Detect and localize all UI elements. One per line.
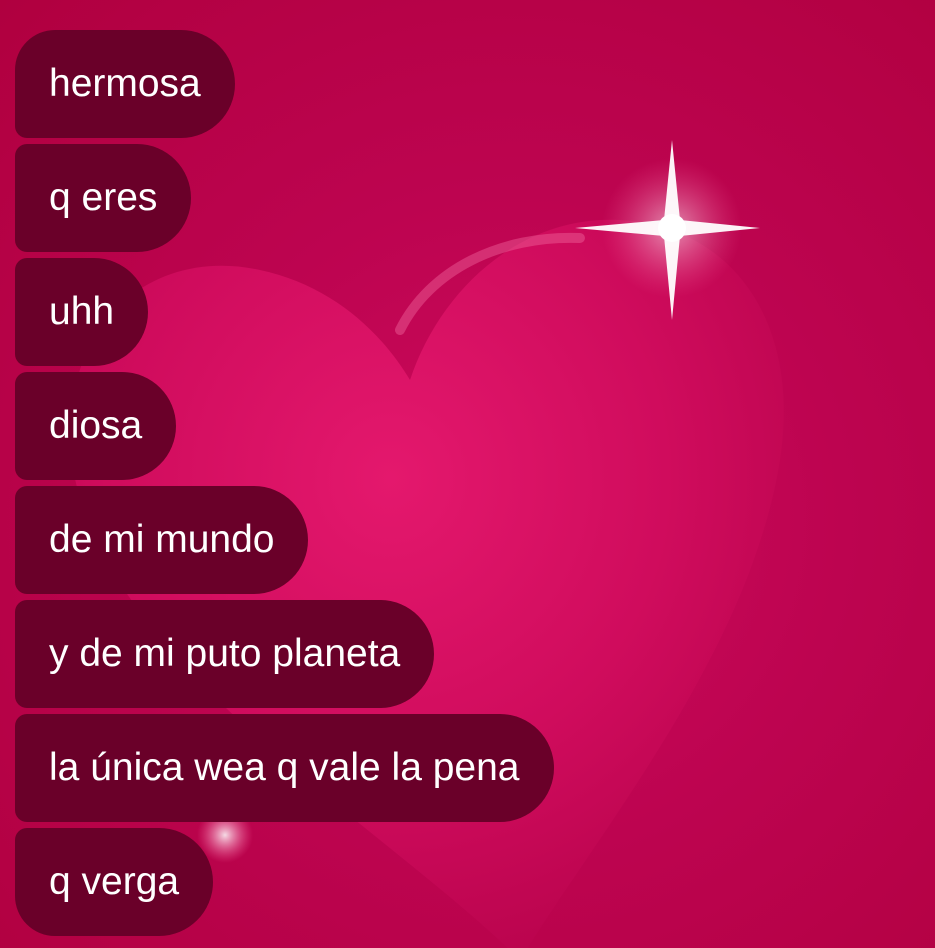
message-bubble[interactable]: hermosa [15,30,235,138]
message-bubble[interactable]: diosa [15,372,177,480]
message-bubble[interactable]: y de mi puto planeta [15,600,435,708]
message-bubble[interactable]: q eres [15,144,192,252]
message-bubble[interactable]: uhh [15,258,149,366]
message-bubble[interactable]: de mi mundo [15,486,309,594]
message-list: hermosa q eres uhh diosa de mi mundo y d… [15,30,554,936]
message-bubble[interactable]: q verga [15,828,214,936]
message-bubble[interactable]: la única wea q vale la pena [15,714,554,822]
